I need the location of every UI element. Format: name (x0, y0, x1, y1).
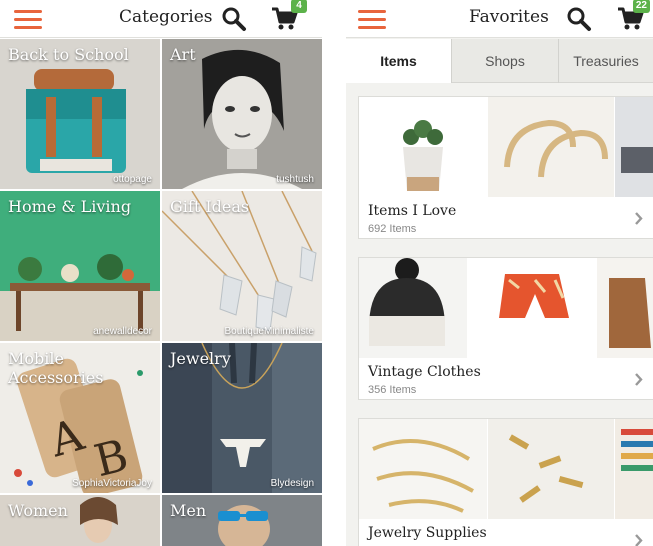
category-tile-back-to-school[interactable]: Back to School ottopage (0, 39, 160, 189)
chevron-right-icon (635, 534, 643, 546)
menu-icon[interactable] (358, 9, 386, 29)
photo-credit: BoutiqueMinimaliste (224, 326, 315, 337)
category-tile-home-and-living[interactable]: Home & Living anewalldecor (0, 191, 160, 341)
list-count: 692 Items (368, 223, 417, 235)
category-tile-men[interactable]: Men (162, 495, 322, 546)
photo-credit: anewalldecor (93, 326, 152, 337)
list-title: Items I Love (368, 203, 457, 219)
category-label: Women (8, 501, 68, 520)
menu-icon[interactable] (14, 9, 42, 29)
list-count: 356 Items (368, 384, 417, 396)
cart-count-badge: 22 (632, 0, 650, 13)
list-preview-images (359, 258, 653, 358)
photo-credit: Blydesign (270, 478, 314, 489)
tab-treasuries[interactable]: Treasuries (559, 39, 653, 83)
cart-count-badge: 4 (291, 0, 307, 13)
categories-screen: Categories 4 Back to School ottopage Art… (0, 0, 322, 546)
page-title: Categories (119, 7, 213, 27)
category-tile-women[interactable]: Women (0, 495, 160, 546)
category-tile-jewelry[interactable]: Jewelry Blydesign (162, 343, 322, 493)
category-label: Mobile Accessories (8, 349, 104, 387)
category-label: Back to School (8, 45, 129, 64)
cart-button[interactable]: 4 (270, 0, 307, 32)
chevron-right-icon (635, 373, 643, 386)
favorite-list-card-items-i-love[interactable]: Items I Love 692 Items (358, 96, 653, 239)
cart-button[interactable]: 22 (616, 0, 650, 32)
category-label: Men (170, 501, 207, 520)
favorites-screen: Favorites 22 Items Shops Treasuries Item… (346, 0, 653, 546)
app-screenshot: Categories 4 Back to School ottopage Art… (0, 0, 653, 546)
list-preview-images (359, 419, 653, 519)
category-label: Art (170, 45, 196, 64)
favorites-tabs: Items Shops Treasuries (346, 39, 653, 83)
category-grid: Back to School ottopage Art tushtush Hom… (0, 39, 322, 546)
category-tile-gift-ideas[interactable]: Gift Ideas BoutiqueMinimaliste (162, 191, 322, 341)
category-tile-art[interactable]: Art tushtush (162, 39, 322, 189)
list-preview-images (359, 97, 653, 197)
category-label: Jewelry (170, 349, 231, 368)
chevron-right-icon (635, 212, 643, 225)
categories-header: Categories 4 (0, 0, 322, 38)
page-title: Favorites (469, 7, 549, 27)
favorites-header: Favorites 22 (346, 0, 653, 38)
photo-credit: SophiaVictoriaJoy (72, 478, 152, 489)
category-label: Gift Ideas (170, 197, 250, 216)
search-icon[interactable] (566, 6, 592, 32)
list-title: Vintage Clothes (368, 364, 481, 380)
search-icon[interactable] (221, 6, 247, 32)
favorite-list-card-vintage-clothes[interactable]: Vintage Clothes 356 Items (358, 257, 653, 400)
photo-credit: ottopage (113, 174, 152, 185)
tab-items[interactable]: Items (346, 39, 452, 83)
tab-shops[interactable]: Shops (452, 39, 559, 83)
category-label: Home & Living (8, 197, 132, 216)
list-title: Jewelry Supplies (368, 525, 487, 541)
category-tile-mobile-accessories[interactable]: A B Mobile Accessories SophiaVictoriaJoy (0, 343, 160, 493)
photo-credit: tushtush (276, 174, 314, 185)
screen-gap (322, 0, 346, 546)
favorite-list-card-jewelry-supplies[interactable]: Jewelry Supplies (358, 418, 653, 546)
